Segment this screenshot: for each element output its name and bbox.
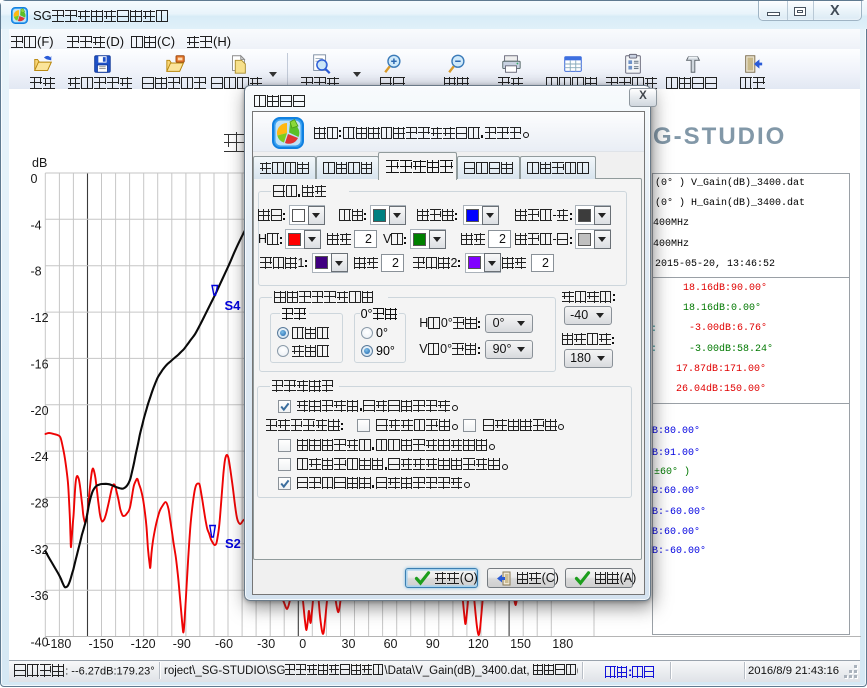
svg-text:60: 60 [384, 637, 398, 651]
svg-text:dB: dB [32, 156, 47, 170]
svg-text:-32: -32 [31, 543, 49, 557]
svg-text:180: 180 [552, 637, 573, 651]
svg-text:S2: S2 [225, 536, 241, 551]
svg-text:-8: -8 [31, 265, 42, 279]
svg-text:-180: -180 [46, 637, 71, 651]
svg-text:-20: -20 [31, 404, 49, 418]
svg-text:150: 150 [510, 637, 531, 651]
svg-text:-60: -60 [215, 637, 233, 651]
svg-text:-36: -36 [31, 589, 49, 603]
svg-text:-24: -24 [31, 450, 49, 464]
svg-text:90: 90 [426, 637, 440, 651]
svg-text:S4: S4 [225, 298, 242, 313]
svg-text:-16: -16 [31, 357, 49, 371]
svg-text:-90: -90 [173, 637, 191, 651]
svg-text:-12: -12 [31, 311, 49, 325]
svg-text:0: 0 [31, 172, 38, 186]
svg-text:-30: -30 [257, 637, 275, 651]
svg-text:-4: -4 [31, 218, 42, 232]
svg-text:-28: -28 [31, 496, 49, 510]
svg-text:-120: -120 [131, 637, 156, 651]
svg-text:30: 30 [342, 637, 356, 651]
svg-text:-150: -150 [89, 637, 114, 651]
svg-text:0: 0 [299, 637, 306, 651]
svg-text:120: 120 [468, 637, 489, 651]
